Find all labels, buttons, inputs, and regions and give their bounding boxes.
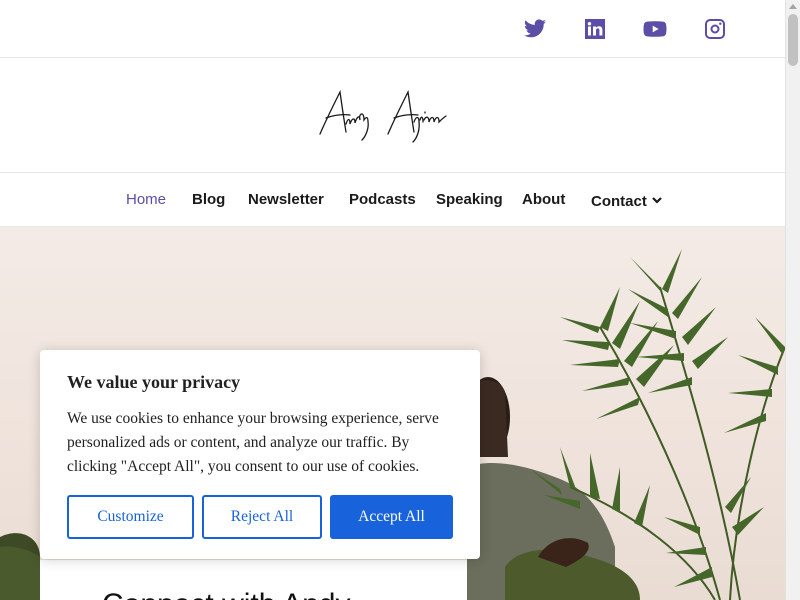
twitter-icon[interactable]	[522, 16, 548, 42]
connect-card: Connect with Andy	[40, 560, 467, 600]
nav-item-home[interactable]: Home	[126, 191, 166, 208]
cookie-consent-modal: We value your privacy We use cookies to …	[40, 350, 480, 559]
chevron-down-icon	[652, 191, 662, 208]
accept-all-button[interactable]: Accept All	[330, 495, 453, 539]
instagram-icon[interactable]	[702, 16, 728, 42]
scroll-up-arrow-icon[interactable]	[789, 4, 797, 9]
social-bar	[0, 0, 785, 58]
logo-band	[0, 58, 785, 173]
customize-button[interactable]: Customize	[67, 495, 194, 539]
reject-all-button[interactable]: Reject All	[202, 495, 322, 539]
connect-heading: Connect with Andy	[102, 588, 350, 600]
scroll-thumb[interactable]	[788, 14, 798, 66]
linkedin-icon[interactable]	[582, 16, 608, 42]
cookie-body: We use cookies to enhance your browsing …	[67, 410, 439, 475]
cookie-title: We value your privacy	[67, 372, 241, 392]
main-nav: Home Blog Newsletter Podcasts Speaking A…	[0, 173, 785, 227]
nav-item-podcasts[interactable]: Podcasts	[349, 191, 416, 208]
scrollbar[interactable]	[785, 0, 800, 600]
site-logo[interactable]	[312, 82, 472, 146]
nav-item-speaking[interactable]: Speaking	[436, 191, 503, 208]
nav-item-about[interactable]: About	[522, 191, 565, 208]
nav-item-newsletter[interactable]: Newsletter	[248, 191, 324, 208]
nav-item-contact[interactable]: Contact	[591, 191, 662, 210]
youtube-icon[interactable]	[642, 16, 668, 42]
nav-item-blog[interactable]: Blog	[192, 191, 225, 208]
nav-item-contact-label: Contact	[591, 193, 647, 210]
